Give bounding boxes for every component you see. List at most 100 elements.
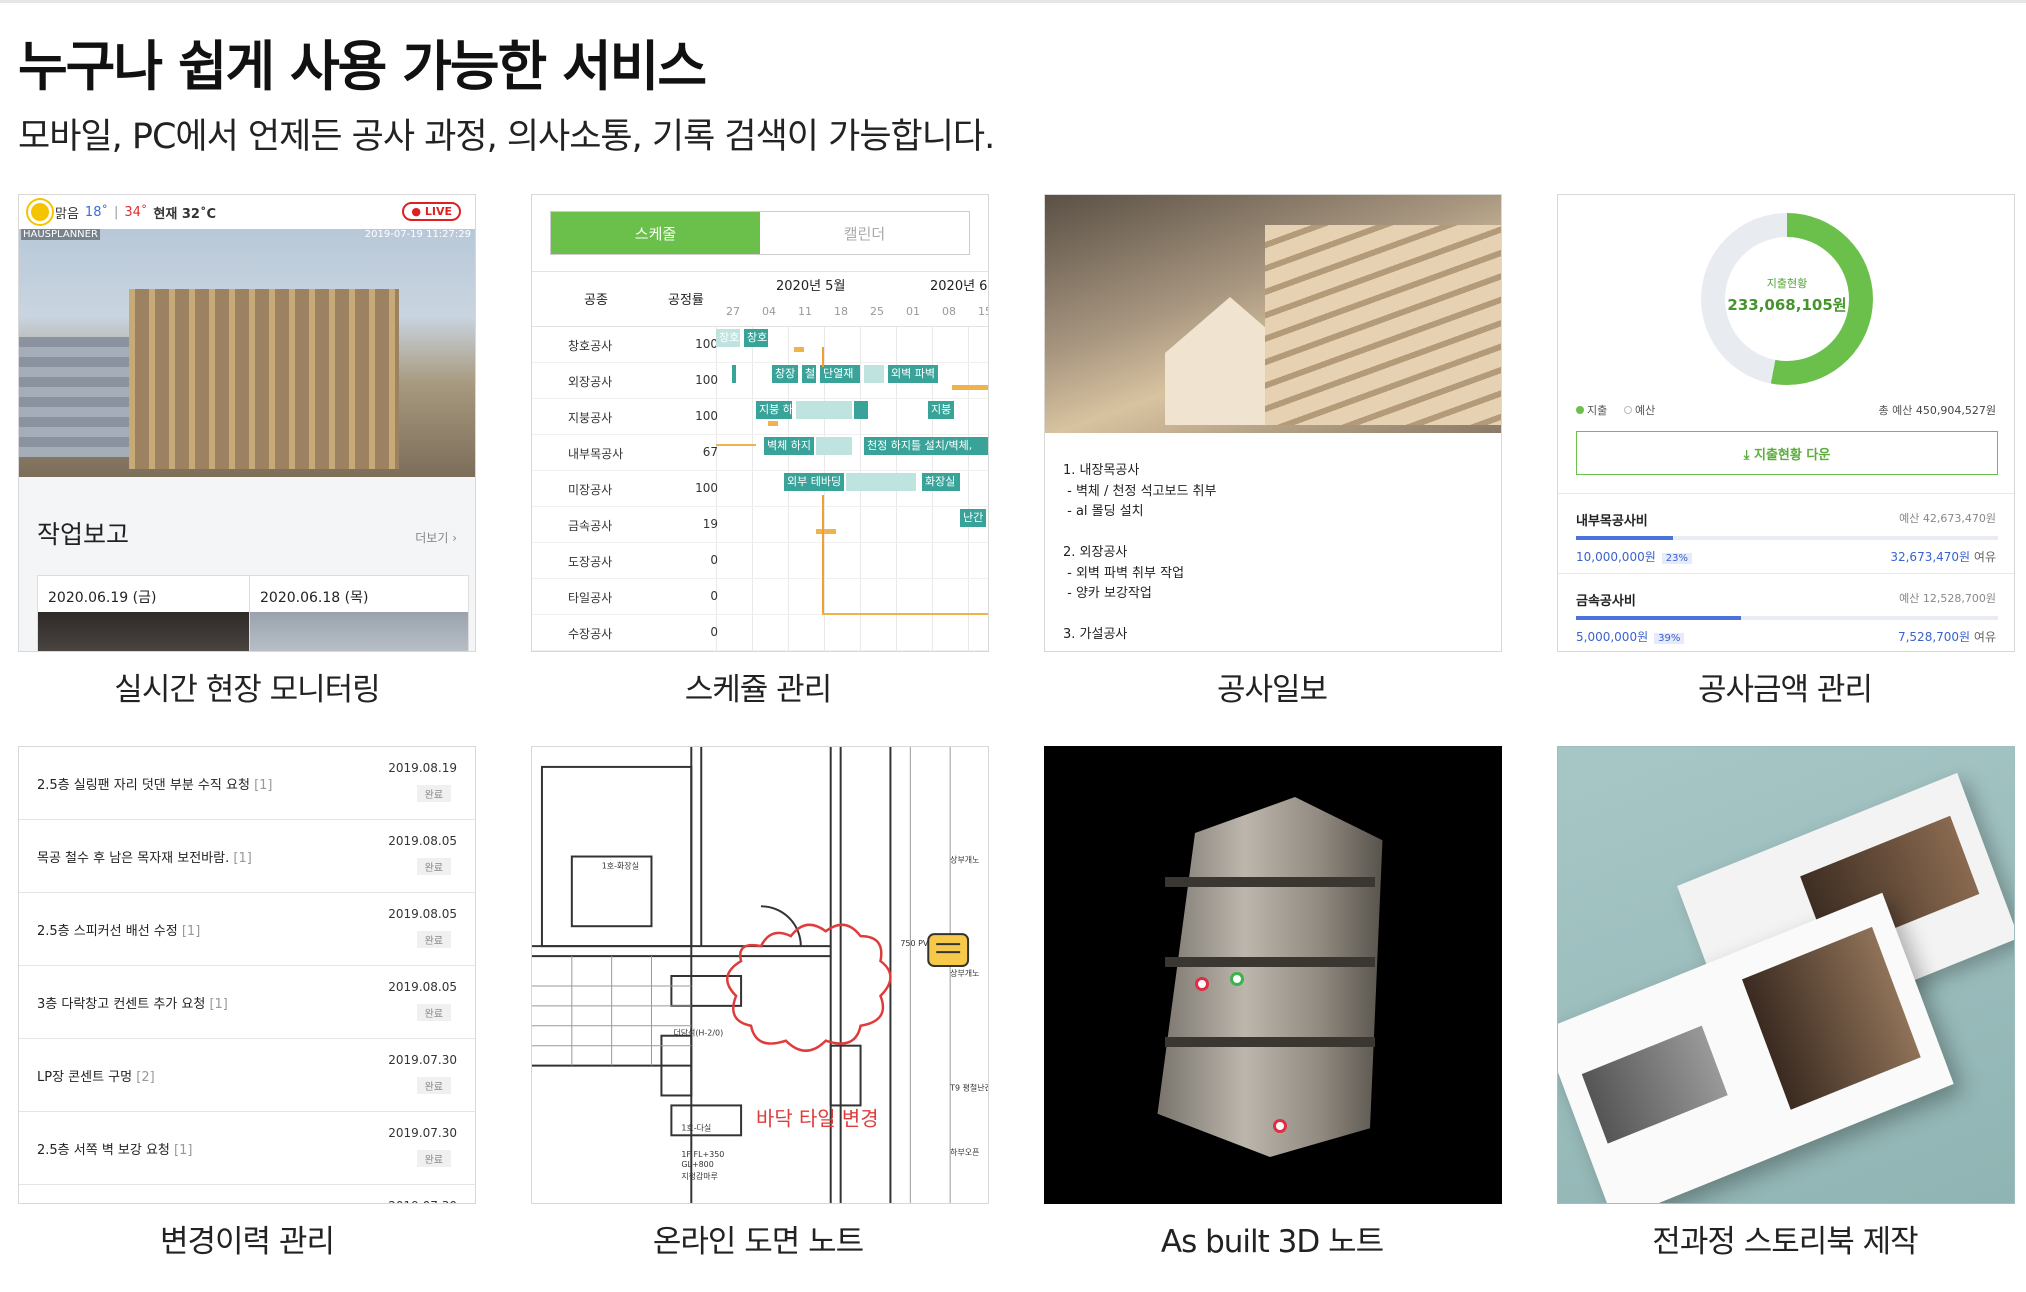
- status-badge: 완료: [416, 785, 451, 802]
- gantt-bar[interactable]: 난간: [960, 509, 986, 527]
- change-history-card[interactable]: 2.5층 실링팬 자리 덧댄 부분 수직 요청 [1] 2019.08.19 완료 목…: [18, 746, 476, 1204]
- gantt-row[interactable]: 미장공사 100: [532, 471, 988, 507]
- budget-item[interactable]: 금속공사비 예산 12,528,700원 5,000,000원 39% 7,528…: [1558, 573, 2014, 651]
- memo-icon[interactable]: [927, 933, 970, 968]
- history-date: 2019.08.05: [388, 834, 457, 848]
- work-type: 수장공사: [568, 627, 613, 641]
- history-item[interactable]: 2.5층 실링팬 자리 덧댄 부분 수직 요청 [1] 2019.08.19 완료: [19, 747, 475, 820]
- temp-low: 18˚: [84, 204, 108, 220]
- report-card[interactable]: 2020.06.18 (목): [249, 575, 469, 651]
- annotation-pin[interactable]: [1273, 1119, 1287, 1133]
- sun-icon: [31, 203, 49, 221]
- tab-calendar[interactable]: 캘린더: [760, 212, 969, 254]
- plan-label: 지정감마루: [681, 1171, 718, 1181]
- day-label: 25: [870, 305, 884, 318]
- schedule-card[interactable]: 스케줄 캘린더 공종 공정률 2020년 5월 2020년 6 창호공사 100 외…: [531, 194, 989, 652]
- gantt-bar[interactable]: 단열재: [820, 365, 860, 383]
- history-item[interactable]: 2.5층 스피커선 배선 수정 [1] 2019.08.05 완료: [19, 893, 475, 966]
- gantt-row[interactable]: 금속공사 19: [532, 507, 988, 543]
- month-label: 2020년 5월: [776, 279, 846, 294]
- plan-label: 더담석(H-2/0): [673, 1028, 723, 1038]
- gantt-marker: [952, 385, 988, 390]
- temp-high: 34˚: [124, 204, 148, 220]
- daily-report-card[interactable]: 1. 내장목공사 - 벽체 / 천정 석고보드 취부 - al 몰딩 설치 2.…: [1044, 194, 1502, 652]
- dependency-line: [822, 495, 824, 615]
- day-label: 18: [834, 305, 848, 318]
- tab-schedule[interactable]: 스케줄: [551, 212, 760, 254]
- gantt-bar[interactable]: 화장실: [922, 473, 960, 491]
- floor-slab: [1165, 957, 1375, 967]
- history-item[interactable]: 2019.07.30: [19, 1185, 475, 1203]
- status-badge: 완료: [416, 931, 451, 948]
- gantt-bar[interactable]: 철: [802, 365, 816, 383]
- gantt-bar[interactable]: [864, 365, 884, 383]
- site-camera-image[interactable]: HAUSPLANNER 2019-07-19 11:27:29: [19, 229, 475, 477]
- caption-daily-report: 공사일보: [1216, 672, 1328, 708]
- budget-progress-track: [1576, 616, 1998, 620]
- progress-rate: 100: [695, 373, 718, 387]
- live-badge[interactable]: ● LIVE: [402, 202, 461, 221]
- budget-item[interactable]: 내부목공사비 예산 42,673,470원 10,000,000원 23% 32,…: [1558, 493, 2014, 573]
- weather-text: 맑음: [55, 206, 79, 222]
- history-text: LP장 콘센트 구멍 [2]: [37, 1070, 155, 1085]
- history-item[interactable]: 3층 다락창고 컨센트 추가 요청 [1] 2019.08.05 완료: [19, 966, 475, 1039]
- plan-label: T9 평철난간: [949, 1082, 988, 1092]
- status-badge: 완료: [416, 858, 451, 875]
- gantt-bar[interactable]: 창호: [744, 329, 768, 347]
- storybook-card[interactable]: [1557, 746, 2015, 1204]
- day-label: 08: [942, 305, 956, 318]
- more-link[interactable]: 더보기 ›: [415, 529, 457, 546]
- progress-rate: 100: [695, 409, 718, 423]
- gantt-bar[interactable]: [732, 365, 736, 383]
- floor-plan-drawing[interactable]: 1호-화장실 1호-다실 더담석(H-2/0) 1F FL+350 GL+800…: [532, 747, 988, 1203]
- progress-rate: 67: [702, 445, 718, 459]
- revision-note: 바닥 타일 변경: [756, 1107, 879, 1130]
- report-card[interactable]: 2020.06.19 (금): [37, 575, 257, 651]
- work-report-title: 작업보고: [37, 520, 130, 549]
- gantt-bar[interactable]: [796, 401, 852, 419]
- plan-label: 1호-화장실: [602, 860, 639, 870]
- monitoring-card[interactable]: 맑음 18˚ | 34˚ 현재 32˚C ● LIVE HAUSPLANNER …: [18, 194, 476, 652]
- drawing-note-card[interactable]: 1호-화장실 1호-다실 더담석(H-2/0) 1F FL+350 GL+800…: [531, 746, 989, 1204]
- budget-progress-fill: [1576, 616, 1741, 620]
- history-item[interactable]: 목공 철수 후 남은 목자재 보전바람. [1] 2019.08.05 완료: [19, 820, 475, 893]
- history-item[interactable]: 2.5층 서쪽 벽 보강 요청 [1] 2019.07.30 완료: [19, 1112, 475, 1185]
- gantt-bar[interactable]: 천정 하지틀 설치/벽체,: [864, 437, 988, 455]
- gantt-bar[interactable]: [816, 437, 852, 455]
- budget-item-budget: 예산 12,528,700원: [1899, 592, 1996, 605]
- schedule-tabs: 스케줄 캘린더: [550, 211, 970, 255]
- caption-schedule: 스케쥴 관리: [684, 672, 832, 708]
- gantt-row[interactable]: 도장공사 0: [532, 543, 988, 579]
- work-type: 지붕공사: [568, 411, 613, 425]
- gantt-bar[interactable]: 벽체 하지: [764, 437, 814, 455]
- site-photo[interactable]: [1045, 195, 1501, 433]
- history-item[interactable]: LP장 콘센트 구멍 [2] 2019.07.30 완료: [19, 1039, 475, 1112]
- gantt-bar[interactable]: 외벽 파벽: [888, 365, 938, 383]
- 3d-model-view[interactable]: [1045, 747, 1501, 1203]
- gantt-bar[interactable]: 외부 테바딩: [784, 473, 844, 491]
- budget-card[interactable]: 지출현황 233,068,105원 지출 예산 총 예산 450,904,527…: [1557, 194, 2015, 652]
- gantt-bar[interactable]: 창호: [716, 329, 740, 347]
- gantt-bar[interactable]: [846, 473, 916, 491]
- as-built-3d-card[interactable]: [1044, 746, 1502, 1204]
- status-badge: 완료: [416, 1150, 451, 1167]
- annotation-pin[interactable]: [1195, 977, 1209, 991]
- gantt-bar[interactable]: [854, 401, 868, 419]
- dependency-line: [716, 444, 756, 446]
- history-text: 2.5층 실링팬 자리 덧댄 부분 수직 요청 [1]: [37, 778, 273, 793]
- gantt-marker: [768, 421, 778, 426]
- download-spending-button[interactable]: ⤓ 지출현황 다운: [1576, 431, 1998, 475]
- progress-rate: 0: [710, 589, 718, 603]
- progress-rate: 19: [702, 517, 718, 531]
- gantt-bar[interactable]: 지붕: [928, 401, 954, 419]
- gantt-bar[interactable]: 창장: [772, 365, 798, 383]
- gantt-bar[interactable]: 지붕 하: [756, 401, 792, 419]
- gantt-row[interactable]: 수장공사 0: [532, 615, 988, 651]
- col-work: 공종: [584, 293, 608, 308]
- annotation-pin[interactable]: [1230, 972, 1244, 986]
- budget-spent: 5,000,000원 39%: [1576, 628, 1685, 645]
- history-date: 2019.08.19: [388, 761, 457, 775]
- total-budget: 총 예산 450,904,527원: [1878, 404, 1996, 417]
- gantt-row[interactable]: 타일공사 0: [532, 579, 988, 615]
- donut-label: 지출현황: [1766, 277, 1808, 290]
